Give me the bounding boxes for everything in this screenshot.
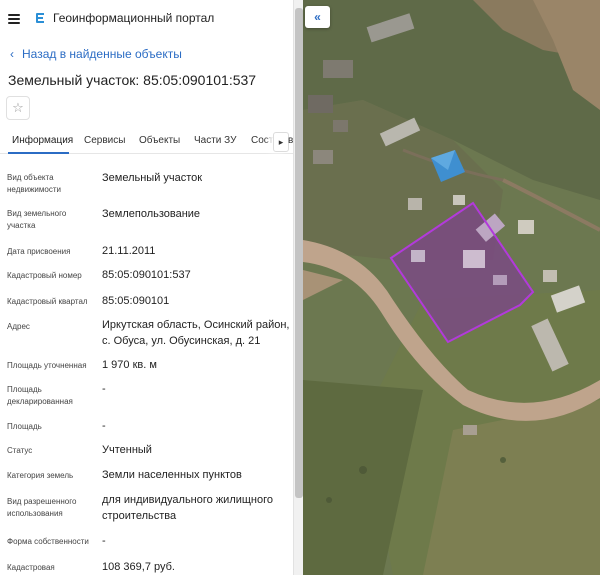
tab-state[interactable]: Сост <box>251 135 273 146</box>
attr-label: Кадастровая <box>7 563 55 572</box>
attr-label: Дата присвоения <box>7 247 71 256</box>
attr-label: Форма собственности <box>7 537 89 546</box>
scrollbar-thumb[interactable] <box>295 8 303 498</box>
tabs-scroll-right-button[interactable]: ▸ <box>273 132 289 152</box>
attr-value: 85:05:090101 <box>102 295 170 307</box>
collapse-panel-button[interactable]: « <box>305 6 330 28</box>
attr-value: 85:05:090101:537 <box>102 269 191 281</box>
attr-label: Категория земель <box>7 471 74 480</box>
attr-label: Кадастровый квартал <box>7 297 88 306</box>
map-view[interactable] <box>303 0 600 575</box>
attr-value: - <box>102 535 106 547</box>
attr-value: Земли населенных пунктов <box>102 469 242 481</box>
app-header: Геоинформационный портал <box>0 0 293 36</box>
double-chevron-left-icon: « <box>314 10 321 24</box>
attr-value: Учтенный <box>102 444 152 456</box>
attr-value: Иркутская область, Осинский район, с. Об… <box>102 319 290 347</box>
object-title: Земельный участок: 85:05:090101:537 <box>8 72 257 88</box>
tab-services[interactable]: Сервисы <box>84 135 125 146</box>
chevron-left-icon: ‹ <box>10 47 14 61</box>
attr-value: 108 369,7 руб. <box>102 561 175 573</box>
back-link-label: Назад в найденные объекты <box>22 47 182 61</box>
attr-value: - <box>102 420 106 432</box>
attr-label: Площадь уточненная <box>7 361 87 370</box>
attr-label: Вид разрешенного использования <box>7 497 77 518</box>
attr-value: для индивидуального жилищного строительс… <box>102 494 274 522</box>
attr-value: - <box>102 383 106 395</box>
satellite-map[interactable] <box>303 0 600 575</box>
attr-label: Площадь декларированная <box>7 385 73 406</box>
attr-label: Кадастровый номер <box>7 271 82 280</box>
chevron-right-icon: ▸ <box>278 136 284 147</box>
attr-label: Адрес <box>7 322 30 331</box>
info-panel: Геоинформационный портал ‹ Назад в найде… <box>0 0 293 575</box>
attr-value: 21.11.2011 <box>102 245 156 257</box>
app-title: Геоинформационный портал <box>53 11 215 25</box>
tab-information[interactable]: Информация <box>12 135 73 146</box>
tab-parts[interactable]: Части ЗУ <box>194 135 236 146</box>
back-to-results-link[interactable]: ‹ Назад в найденные объекты <box>0 40 293 68</box>
favorite-button[interactable]: ☆ <box>6 96 30 120</box>
attr-label: Статус <box>7 446 33 455</box>
star-icon: ☆ <box>12 100 24 115</box>
attr-value: 1 970 кв. м <box>102 359 157 371</box>
attr-label: Вид объекта недвижимости <box>7 173 61 194</box>
tab-objects[interactable]: Объекты <box>139 135 180 146</box>
active-tab-indicator <box>8 152 69 154</box>
panel-scrollbar[interactable] <box>293 0 303 575</box>
attr-label: Вид земельного участка <box>7 209 67 230</box>
tab-bar: Информация Сервисы Объекты Части ЗУ Сост <box>0 130 293 154</box>
portal-logo-icon <box>36 13 44 23</box>
attr-value: Землепользование <box>102 208 201 220</box>
attr-value: Земельный участок <box>102 172 203 184</box>
menu-icon[interactable] <box>8 13 20 24</box>
attr-label: Площадь <box>7 422 42 431</box>
